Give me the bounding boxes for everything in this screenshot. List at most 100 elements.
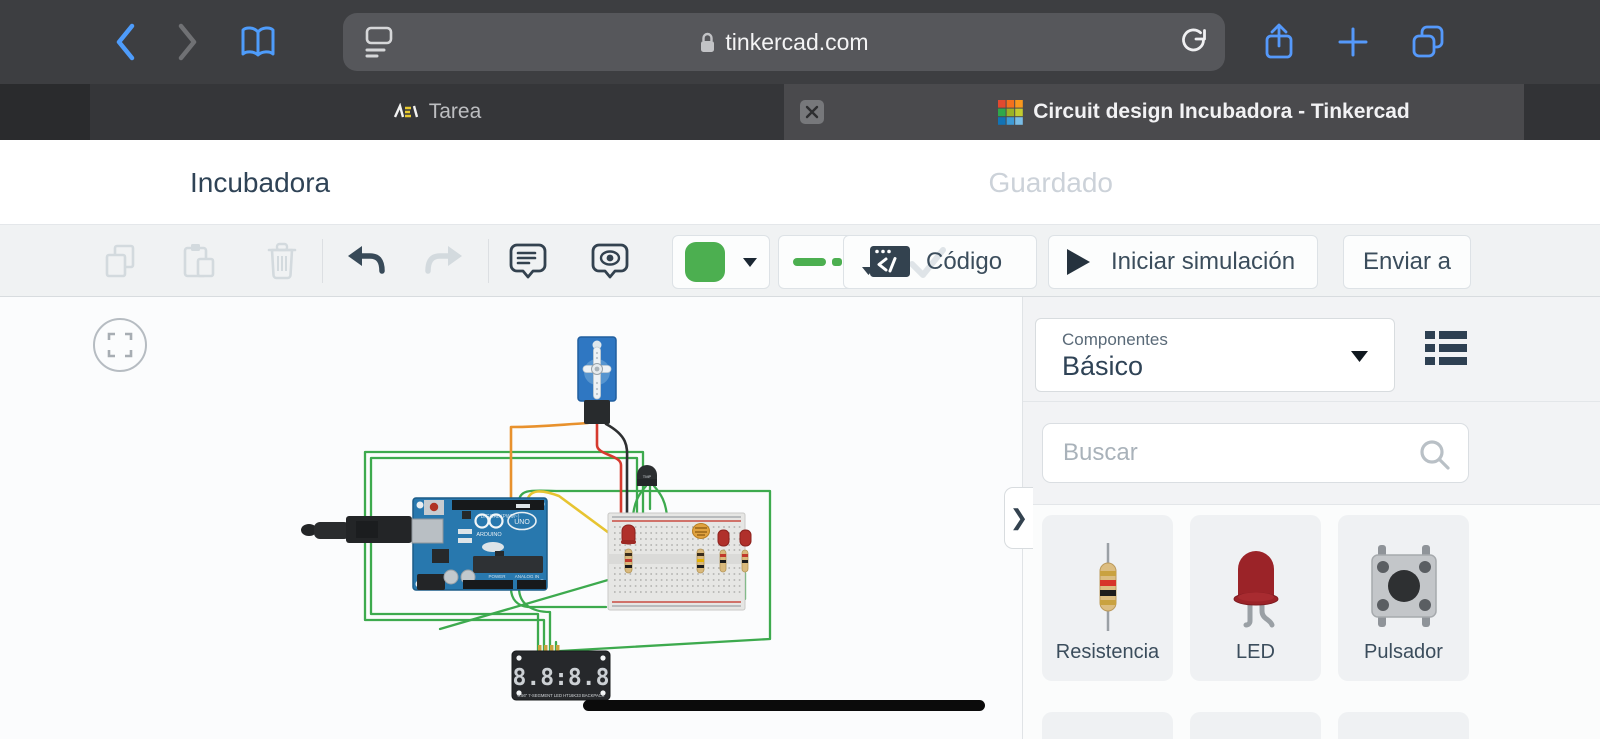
undo-button[interactable] <box>344 239 388 283</box>
led-red-2[interactable] <box>718 530 729 546</box>
annotation-visibility-button[interactable] <box>588 239 632 283</box>
component-card-partial[interactable] <box>1190 712 1321 739</box>
editor-toolbar: Código Iniciar simulación Enviar a <box>0 225 1600 297</box>
display-caption: 0.56" 7-SEGMENT LED HT16K33 BACKPACK <box>518 693 605 698</box>
tab-bar-left-edge <box>0 84 90 140</box>
circuit-drawing[interactable]: TMP DIGITAL (PWM~) <box>0 297 1022 739</box>
components-sidebar: Componentes Básico <box>1022 297 1600 739</box>
components-group-dropdown[interactable]: Componentes Básico <box>1035 318 1395 392</box>
wire-color-dropdown[interactable] <box>672 235 770 289</box>
home-indicator[interactable] <box>583 700 985 711</box>
close-tab-button[interactable] <box>800 100 824 124</box>
tab-bar-right-edge <box>1524 84 1600 140</box>
seven-segment-display[interactable]: 8.8:8.8 0.56" 7-SEGMENT LED HT16K33 BACK… <box>512 645 610 700</box>
address-bar[interactable]: tinkercad.com <box>343 13 1225 71</box>
undo-icon <box>346 245 386 277</box>
play-icon <box>1065 247 1091 277</box>
component-grid: Resistencia LED <box>1023 505 1600 739</box>
svg-text:ANALOG IN: ANALOG IN <box>515 574 540 579</box>
paste-icon <box>179 242 217 280</box>
circuit-canvas[interactable]: TMP DIGITAL (PWM~) <box>0 297 1022 739</box>
share-button[interactable] <box>1259 22 1299 62</box>
trash-icon <box>263 241 301 281</box>
search-input[interactable] <box>1063 424 1403 482</box>
reset-button[interactable] <box>430 503 438 511</box>
search-section <box>1023 402 1600 505</box>
forward-button[interactable] <box>168 22 208 62</box>
resistor-4[interactable] <box>742 550 748 572</box>
send-to-button[interactable]: Enviar a <box>1343 235 1471 289</box>
tab-tarea-label: Tarea <box>429 100 482 124</box>
led-image <box>1224 539 1288 635</box>
component-label: LED <box>1190 641 1321 664</box>
resistor-1[interactable] <box>625 549 632 573</box>
component-card-pushbutton[interactable]: Pulsador <box>1338 515 1469 681</box>
list-view-toggle[interactable] <box>1425 330 1467 371</box>
tab-tarea[interactable]: Tarea <box>90 84 784 140</box>
arduino-uno[interactable]: DIGITAL (PWM~) ARDUINO UNO <box>412 498 547 590</box>
send-to-label: Enviar a <box>1363 248 1451 276</box>
servo-connector[interactable] <box>584 400 610 424</box>
tab-tinkercad[interactable]: Circuit design Incubadora - Tinkercad <box>784 84 1524 140</box>
start-simulation-button[interactable]: Iniciar simulación <box>1048 235 1318 289</box>
lock-icon <box>699 31 716 54</box>
led-red-3[interactable] <box>740 530 751 546</box>
analog-header[interactable] <box>517 580 546 589</box>
component-card-resistor[interactable]: Resistencia <box>1042 515 1173 681</box>
search-icon <box>1418 438 1452 472</box>
svg-text:POWER: POWER <box>488 574 506 579</box>
micro-servo[interactable] <box>578 337 616 424</box>
back-button[interactable] <box>105 22 145 62</box>
tabs-icon <box>1410 24 1446 60</box>
redo-button[interactable] <box>422 239 466 283</box>
usb-port <box>412 519 443 543</box>
pushbutton-image <box>1366 543 1442 629</box>
code-window-icon <box>862 242 912 282</box>
svg-text:ARDUINO: ARDUINO <box>476 532 502 538</box>
bookmarks-button[interactable] <box>238 22 278 62</box>
component-search[interactable] <box>1042 423 1469 483</box>
notes-button[interactable] <box>506 239 550 283</box>
back-chevron-icon <box>113 23 137 61</box>
component-card-partial[interactable] <box>1042 712 1173 739</box>
copy-icon <box>101 242 139 280</box>
component-card-led[interactable]: LED <box>1190 515 1321 681</box>
save-status: Guardado <box>988 140 1113 225</box>
tinkercad-header: T I N K E R C A D Incubadora Guardado <box>0 140 1600 225</box>
power-header[interactable] <box>463 580 513 589</box>
tmp36-sensor[interactable]: TMP <box>637 465 657 486</box>
code-button[interactable]: Código <box>843 235 1037 289</box>
digital-header[interactable] <box>452 500 544 510</box>
book-icon <box>238 24 278 60</box>
design-title[interactable]: Incubadora <box>190 140 330 225</box>
atmega-chip[interactable] <box>473 556 543 573</box>
tab-tinkercad-content: Circuit design Incubadora - Tinkercad <box>924 84 1484 140</box>
new-tab-button[interactable] <box>1333 22 1373 62</box>
resistor-image <box>1093 541 1123 633</box>
chevron-down-icon <box>1351 351 1368 362</box>
led-red-1[interactable] <box>621 525 636 544</box>
breadboard[interactable] <box>608 513 751 610</box>
sidebar-collapse-handle[interactable]: ❯ <box>1004 487 1033 549</box>
copy-button[interactable] <box>98 239 142 283</box>
components-group-value: Básico <box>1062 351 1143 382</box>
resistor-2[interactable] <box>697 549 704 573</box>
close-icon <box>805 105 819 119</box>
wire-style-icon <box>793 255 845 269</box>
safari-toolbar: tinkercad.com <box>0 0 1600 84</box>
usb-power-plug[interactable] <box>301 516 412 543</box>
note-bubble-icon <box>508 242 548 280</box>
svg-text:UNO: UNO <box>514 519 530 526</box>
tarea-tab-favicon <box>393 103 419 121</box>
delete-button[interactable] <box>260 239 304 283</box>
photoresistor[interactable] <box>693 524 710 539</box>
tabs-button[interactable] <box>1408 22 1448 62</box>
reload-button[interactable] <box>1179 27 1209 62</box>
components-group-label: Componentes <box>1062 330 1168 350</box>
component-card-partial[interactable] <box>1338 712 1469 739</box>
display-digits: 8.8:8.8 <box>513 665 610 691</box>
paste-button[interactable] <box>176 239 220 283</box>
toolbar-separator <box>488 239 489 283</box>
resistor-3[interactable] <box>720 550 726 572</box>
ipad-screen: tinkercad.com <box>0 0 1600 739</box>
